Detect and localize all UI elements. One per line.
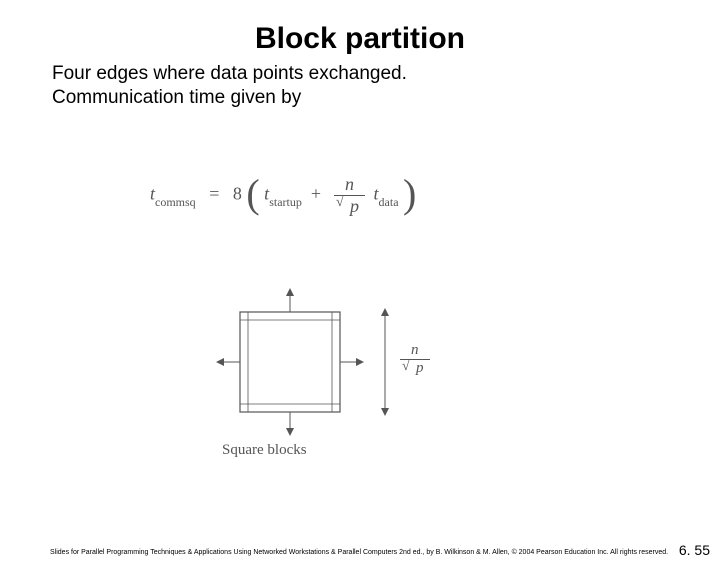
eq-term2-var: t [374, 184, 379, 204]
side-frac-num: n [400, 342, 430, 360]
eq-coef: 8 [233, 184, 242, 204]
side-frac-den: p [400, 360, 430, 377]
paren-left-icon: ( [246, 170, 259, 217]
eq-term1-sub: startup [269, 195, 302, 209]
footer-text: Slides for Parallel Programming Techniqu… [50, 549, 712, 556]
page-number: 6. 55 [679, 542, 710, 558]
body-line-2: Communication time given by [52, 87, 301, 108]
eq-equals: = [209, 184, 219, 204]
eq-plus: + [311, 184, 321, 204]
side-dimension-fraction: n p [400, 342, 430, 377]
equation: tcommsq = 8 ( tstartup + n p tdata ) [150, 172, 416, 219]
body-line-1: Four edges where data points exchanged. [52, 63, 407, 84]
slide-title: Block partition [60, 22, 660, 56]
diagram-caption: Square blocks [222, 442, 307, 459]
paren-right-icon: ) [403, 170, 416, 217]
body-text: Four edges where data points exchanged. … [52, 62, 720, 110]
eq-frac-den: p [334, 196, 365, 217]
eq-term2-sub: data [379, 195, 399, 209]
eq-fraction: n p [334, 174, 365, 217]
eq-frac-num: n [334, 174, 365, 196]
eq-lhs-sub: commsq [155, 195, 196, 209]
